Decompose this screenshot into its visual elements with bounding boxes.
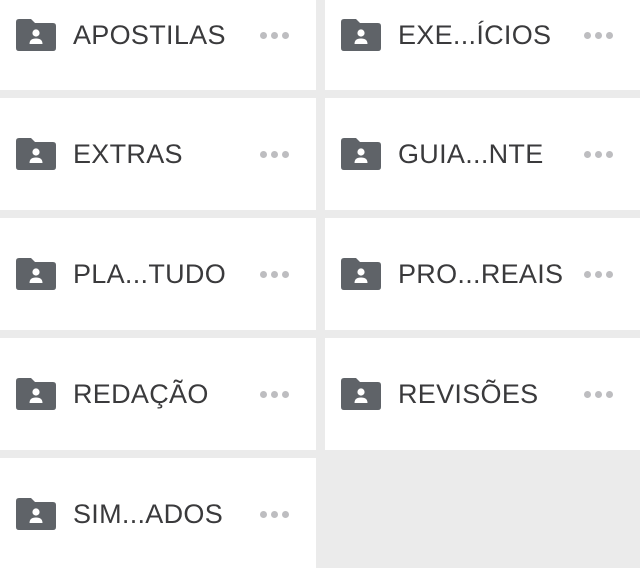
folder-tile[interactable]: SIM...ADOS <box>0 458 316 568</box>
folder-tile[interactable]: EXTRAS <box>0 98 316 210</box>
folder-tile[interactable]: REDAÇÃO <box>0 338 316 450</box>
folder-tile[interactable]: PRO...REAIS <box>325 218 640 330</box>
folder-shared-icon <box>16 19 56 51</box>
more-options-icon[interactable] <box>584 389 613 399</box>
folder-tile[interactable]: APOSTILAS <box>0 0 316 90</box>
folder-shared-icon <box>341 378 381 410</box>
folder-grid: APOSTILAS EXE...ÍCIOS EXTRAS GUIA...NTE … <box>0 0 640 568</box>
folder-name: SIM...ADOS <box>73 499 224 529</box>
folder-name: GUIA...NTE <box>398 139 544 169</box>
folder-shared-icon <box>341 19 381 51</box>
folder-tile[interactable]: EXE...ÍCIOS <box>325 0 640 90</box>
folder-shared-icon <box>16 258 56 290</box>
more-options-icon[interactable] <box>260 149 289 159</box>
folder-shared-icon <box>16 138 56 170</box>
more-options-icon[interactable] <box>584 149 613 159</box>
more-options-icon[interactable] <box>260 30 289 40</box>
folder-tile[interactable]: REVISÕES <box>325 338 640 450</box>
more-options-icon[interactable] <box>584 30 613 40</box>
folder-name: EXE...ÍCIOS <box>398 20 552 50</box>
folder-name: APOSTILAS <box>73 20 226 50</box>
folder-shared-icon <box>341 258 381 290</box>
folder-name: EXTRAS <box>73 139 183 169</box>
folder-shared-icon <box>16 378 56 410</box>
more-options-icon[interactable] <box>260 389 289 399</box>
folder-name: REVISÕES <box>398 379 539 409</box>
folder-shared-icon <box>16 498 56 530</box>
more-options-icon[interactable] <box>584 269 613 279</box>
more-options-icon[interactable] <box>260 509 289 519</box>
folder-tile[interactable]: GUIA...NTE <box>325 98 640 210</box>
more-options-icon[interactable] <box>260 269 289 279</box>
folder-tile[interactable]: PLA...TUDO <box>0 218 316 330</box>
folder-name: PRO...REAIS <box>398 259 564 289</box>
folder-name: PLA...TUDO <box>73 259 227 289</box>
folder-name: REDAÇÃO <box>73 379 209 409</box>
folder-shared-icon <box>341 138 381 170</box>
